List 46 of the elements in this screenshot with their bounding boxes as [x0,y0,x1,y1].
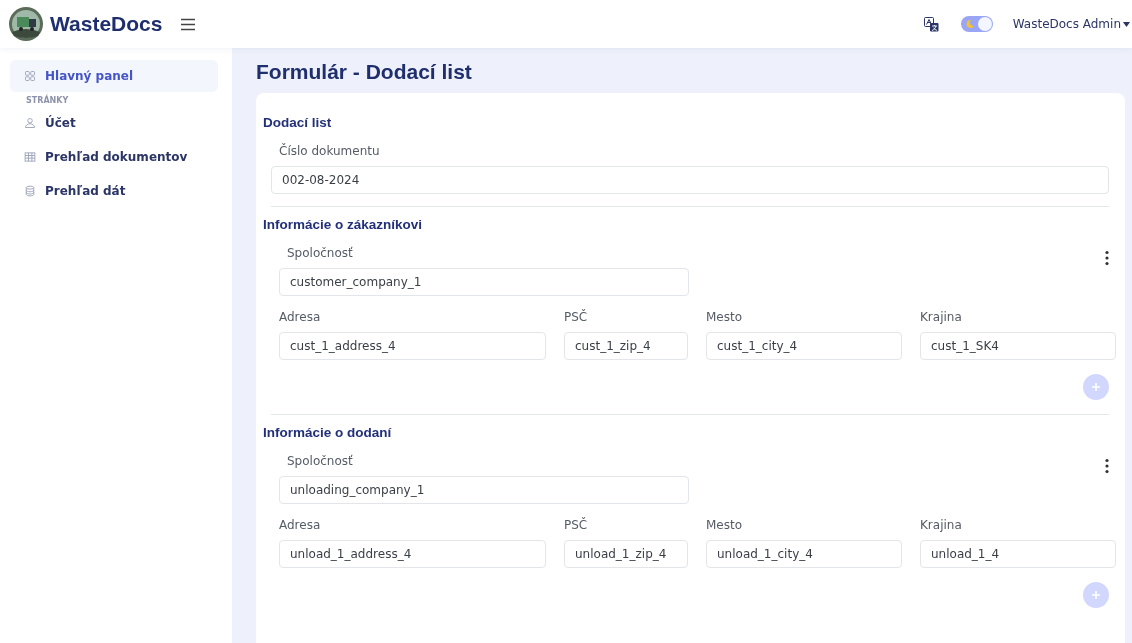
section-title: Informácie o zákazníkovi [263,217,424,232]
input-field[interactable]: unload_1_city_4 [706,540,902,568]
field-label: PSČ [564,518,589,532]
truck-logo-icon [8,6,44,42]
grid-icon [24,70,36,82]
caret-icon[interactable] [1123,21,1130,27]
field-label: Krajina [920,310,963,324]
user-icon [24,117,36,129]
section-title: Dodací list [263,115,333,130]
brand-name: WasteDocs [50,12,163,36]
sidebar-item[interactable]: Účet [10,107,218,139]
input-field[interactable]: unload_1_zip_4 [564,540,688,568]
input-field[interactable]: cust_1_SK4 [920,332,1116,360]
field-label: PSČ [564,310,589,324]
table-icon [24,151,36,163]
field-label: Adresa [279,518,322,532]
moon-icon [964,19,975,29]
section-title: Informácie o dodaní [263,425,393,440]
more-icon[interactable] [1105,250,1109,266]
input-field[interactable]: customer_company_1 [279,268,689,296]
input-field[interactable]: 002-08-2024 [271,166,1109,194]
field-label: Adresa [279,310,322,324]
page-title: Formulár - Dodací list [256,60,473,84]
translate-icon[interactable] [923,16,939,32]
sidebar-item[interactable]: Hlavný panel [10,60,218,92]
theme-toggle[interactable] [960,16,993,32]
input-field[interactable]: cust_1_zip_4 [564,332,688,360]
field-label: Spoločnosť [287,454,354,468]
input-field[interactable]: unload_1_address_4 [279,540,546,568]
more-icon[interactable] [1105,458,1109,474]
sidebar-heading: STRÁNKY [25,94,70,105]
field-label: Mesto [706,518,744,532]
input-field[interactable]: unloading_company_1 [279,476,689,504]
database-icon [24,185,36,197]
user-menu[interactable]: WasteDocs Admin [1012,17,1121,31]
input-field[interactable]: unload_1_4 [920,540,1116,568]
field-label: Mesto [706,310,744,324]
sidebar-item[interactable]: Prehľad dokumentov [10,141,218,173]
sidebar-item[interactable]: Prehľad dát [10,175,218,207]
input-field[interactable]: cust_1_address_4 [279,332,546,360]
plus-icon [1091,590,1101,600]
input-field[interactable]: cust_1_city_4 [706,332,902,360]
field-label: Číslo dokumentu [279,144,381,158]
plus-icon [1091,382,1101,392]
field-label: Spoločnosť [287,246,354,260]
field-label: Krajina [920,518,963,532]
